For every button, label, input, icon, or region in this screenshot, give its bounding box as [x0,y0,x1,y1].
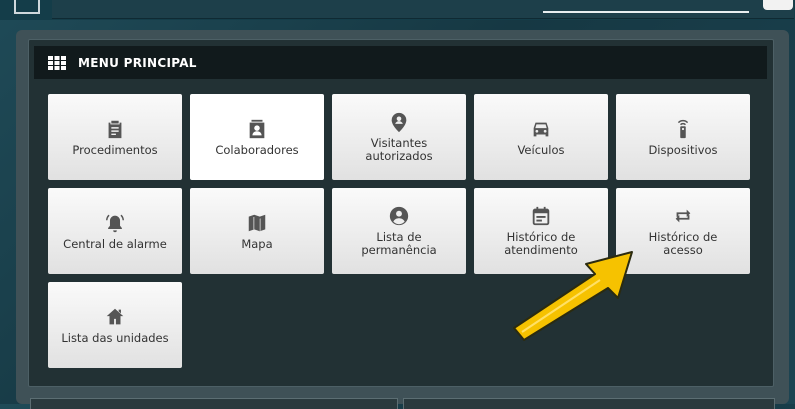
calendar-icon [532,206,550,226]
tile-historico-de-acesso[interactable]: Histórico de acesso [616,188,750,274]
panel-header: MENU PRINCIPAL [34,46,767,79]
tile-label: Lista das unidades [61,330,169,345]
badge-icon [249,119,265,138]
car-icon [533,122,549,136]
tile-central-de-alarme[interactable]: Central de alarme [48,188,182,274]
tile-visitantes-autorizados[interactable]: Visitantes autorizados [332,94,466,180]
tile-veiculos[interactable]: Veículos [474,94,608,180]
tile-historico-de-atendimento[interactable]: Histórico de atendimento [474,188,608,274]
tile-lista-de-permanencia[interactable]: Lista de permanência [332,188,466,274]
map-icon [248,214,266,231]
location-person-icon [391,112,407,133]
search-input-underline[interactable] [543,11,749,13]
tile-label: Mapa [241,236,273,251]
clipboard-icon [108,120,122,138]
swap-arrows-icon [675,209,691,223]
app-logo-icon[interactable] [14,0,40,14]
alarm-bell-icon [106,214,124,232]
grid-icon [48,55,66,70]
tile-dispositivos[interactable]: Dispositivos [616,94,750,180]
account-circle-icon [389,206,409,226]
tile-mapa[interactable]: Mapa [190,188,324,274]
tile-label: Central de alarme [63,236,167,251]
tile-label: Veículos [517,142,565,157]
top-bar [0,0,795,20]
panel-title: MENU PRINCIPAL [78,55,197,70]
tile-procedimentos[interactable]: Procedimentos [48,94,182,180]
top-right-button[interactable] [763,0,793,10]
tile-label: Histórico de atendimento [504,230,578,257]
home-icon [106,308,124,324]
tile-label: Lista de permanência [361,230,437,257]
tile-label: Procedimentos [72,142,158,157]
tile-label: Histórico de acesso [648,230,718,257]
tile-lista-das-unidades[interactable]: Lista das unidades [48,282,182,368]
tile-label: Colaboradores [215,142,299,157]
top-search-area [52,0,794,19]
remote-control-icon [677,119,689,138]
tile-label: Dispositivos [648,142,718,157]
tile-label: Visitantes autorizados [365,136,433,163]
tile-colaboradores[interactable]: Colaboradores [190,94,324,180]
